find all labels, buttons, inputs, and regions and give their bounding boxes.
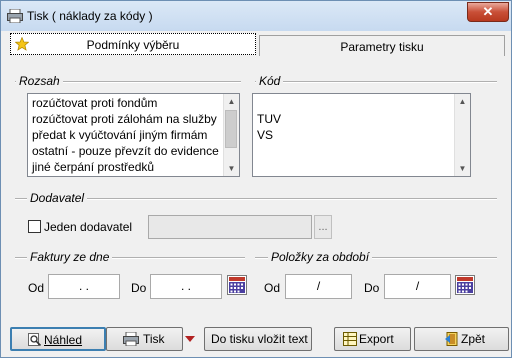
rozsah-listbox[interactable]: rozúčtovat proti fondům rozúčtovat proti… — [27, 93, 240, 177]
calendar-icon[interactable] — [455, 275, 475, 295]
faktury-label: Faktury ze dne — [27, 250, 113, 264]
close-icon: ✕ — [482, 4, 494, 19]
printer-icon — [123, 332, 139, 346]
scroll-up-arrow-icon[interactable]: ▲ — [455, 94, 470, 109]
dodavatel-browse-button[interactable]: ... — [314, 215, 332, 239]
kod-scrollbar[interactable]: ▲ ▼ — [454, 94, 470, 176]
list-item[interactable]: VS — [257, 128, 273, 142]
scroll-down-arrow-icon[interactable]: ▼ — [455, 161, 470, 176]
list-item[interactable]: TUV — [257, 112, 281, 126]
print-dropdown-icon[interactable] — [183, 331, 197, 347]
polozky-do-label: Do — [364, 281, 380, 295]
exit-door-icon — [445, 332, 458, 346]
vlozit-text-label: Do tisku vložit text — [211, 332, 308, 346]
polozky-label: Položky za období — [268, 250, 373, 264]
nahled-label: Náhled — [44, 333, 83, 347]
polozky-od-field[interactable]: / — [285, 274, 352, 299]
polozky-do-field[interactable]: / — [384, 274, 451, 299]
jeden-dodavatel-checkbox[interactable] — [28, 220, 41, 233]
export-label: Export — [359, 332, 394, 346]
list-item[interactable]: předat k vyúčtování jiným firmám — [32, 128, 207, 142]
printer-icon — [7, 9, 23, 23]
kod-listbox[interactable]: TUV VS ▲ ▼ — [252, 93, 471, 177]
tab-label: Podmínky výběru — [86, 38, 180, 52]
rozsah-label: Rozsah — [16, 74, 63, 88]
export-button[interactable]: Export — [334, 327, 411, 351]
faktury-od-label: Od — [28, 281, 45, 295]
nahled-button[interactable]: Náhled — [10, 327, 106, 351]
kod-label: Kód — [256, 74, 284, 88]
title-bar[interactable]: Tisk ( náklady za kódy ) ✕ — [1, 1, 511, 31]
dialog-window: Tisk ( náklady za kódy ) ✕ Podmínky výbě… — [0, 0, 512, 358]
scroll-down-arrow-icon[interactable]: ▼ — [224, 161, 239, 176]
close-button[interactable]: ✕ — [467, 2, 509, 22]
tisk-button[interactable]: Tisk — [106, 327, 183, 351]
tab-label: Parametry tisku — [340, 40, 424, 54]
spreadsheet-icon — [343, 332, 357, 346]
tab-parametry-tisku[interactable]: Parametry tisku — [259, 35, 505, 56]
tisk-label: Tisk — [143, 332, 165, 346]
tab-podminky-vyberu[interactable]: Podmínky výběru — [10, 33, 256, 55]
rozsah-scrollbar[interactable]: ▲ ▼ — [223, 94, 239, 176]
calendar-icon[interactable] — [227, 275, 247, 295]
jeden-dodavatel-label[interactable]: Jeden dodavatel — [44, 220, 132, 234]
list-item[interactable]: rozúčtovat proti fondům — [32, 96, 157, 110]
kod-divider — [255, 81, 497, 83]
polozky-od-label: Od — [264, 281, 281, 295]
dodavatel-divider — [15, 198, 497, 200]
list-item[interactable]: ostatní - pouze převzít do evidence — [32, 144, 219, 158]
dodavatel-field[interactable] — [148, 215, 312, 239]
faktury-do-label: Do — [131, 281, 147, 295]
zpet-button[interactable]: Zpět — [414, 327, 509, 351]
vlozit-text-button[interactable]: Do tisku vložit text — [204, 327, 312, 351]
magnifier-icon — [28, 333, 42, 347]
window-title: Tisk ( náklady za kódy ) — [27, 9, 153, 23]
scroll-thumb[interactable] — [225, 110, 237, 148]
faktury-od-field[interactable]: . . — [48, 274, 120, 299]
scroll-up-arrow-icon[interactable]: ▲ — [224, 94, 239, 109]
zpet-label: Zpět — [461, 332, 486, 346]
faktury-do-field[interactable]: . . — [150, 274, 222, 299]
list-item[interactable]: jiné čerpání prostředků — [32, 160, 154, 174]
list-item[interactable]: rozúčtovat proti zálohám na služby — [32, 112, 217, 126]
dodavatel-label: Dodavatel — [27, 191, 88, 205]
